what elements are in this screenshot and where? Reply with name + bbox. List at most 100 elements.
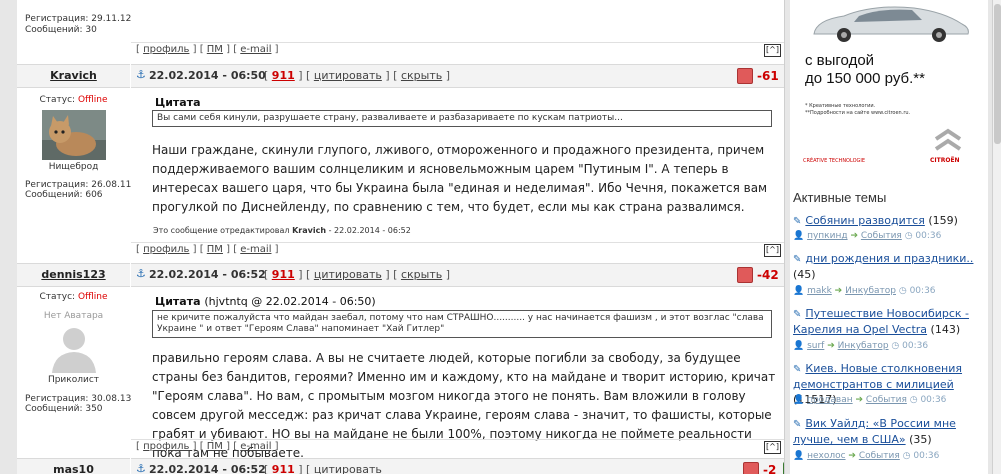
anchor-icon[interactable]: ⚓	[136, 462, 146, 474]
user-message-count: Сообщений: 30	[25, 25, 97, 35]
topic-user[interactable]: нехолос	[807, 451, 845, 461]
footer-links: [ профиль ] [ ПМ ] [ e-mail ]	[136, 44, 279, 55]
topic-meta: 👤 surf ➔ Инкубатор ◷ 00:36	[793, 341, 929, 351]
profile-link[interactable]: профиль	[143, 441, 189, 452]
post-actions: [ 911 ] [ цитировать ] [ скрыть ]	[264, 69, 450, 82]
topic-title[interactable]: Киев. Новые столкновения демонстрантов с…	[793, 362, 962, 391]
post-user-header: Kravich	[17, 64, 130, 88]
topic-section[interactable]: Инкубатор	[845, 286, 896, 296]
email-link[interactable]: e-mail	[240, 441, 271, 452]
quote-button[interactable]: цитировать	[314, 69, 382, 82]
anchor-icon[interactable]: ⚓	[136, 68, 146, 81]
post-footer: [ профиль ] [ ПМ ] [ e-mail ] [^]	[131, 242, 784, 258]
thumb-up-icon[interactable]	[783, 462, 784, 474]
thumb-down-icon[interactable]	[743, 462, 759, 474]
thumb-down-icon[interactable]	[737, 267, 753, 283]
cat-avatar-icon	[42, 110, 106, 160]
pin-icon: ✎	[793, 419, 802, 430]
scrollbar-thumb[interactable]	[994, 4, 1001, 144]
back-to-top-button[interactable]: [^]	[764, 441, 781, 454]
email-link[interactable]: e-mail	[240, 44, 271, 55]
pm-link[interactable]: ПМ	[207, 244, 223, 255]
post-body: Наши граждане, скинули глупого, лживого,…	[152, 143, 768, 214]
hide-button[interactable]: скрыть	[401, 268, 442, 281]
topic-item[interactable]: ✎ Вик Уайлд: «В России мне лучше, чем в С…	[793, 416, 988, 447]
post-number-link[interactable]: 911	[272, 268, 295, 281]
topic-title[interactable]: дни рождения и праздники..	[805, 252, 973, 265]
username-link[interactable]: Kravich	[17, 69, 130, 82]
topic-time: 00:36	[920, 395, 947, 405]
post-actions: [ 911 ] [ цитировать	[264, 463, 382, 474]
user-status: Статус: Offline	[17, 292, 130, 302]
topic-user[interactable]: makk	[807, 286, 832, 296]
pin-icon: ✎	[793, 216, 802, 227]
post-number-link[interactable]: 911	[272, 69, 295, 82]
topic-section[interactable]: События	[861, 231, 902, 241]
user-rank: Нищеброд	[48, 162, 99, 172]
ad-creative-technologie: CRÉATIVE TECHNOLOGIE	[803, 158, 866, 164]
topic-count: (35)	[909, 433, 932, 446]
thumb-down-icon[interactable]	[737, 68, 753, 84]
post-user-header: dennis123	[17, 263, 130, 287]
profile-link[interactable]: профиль	[143, 244, 189, 255]
citroen-logo-icon[interactable]	[930, 125, 966, 157]
topic-count: (159)	[928, 214, 958, 227]
avatar	[42, 321, 106, 373]
profile-link[interactable]: профиль	[143, 44, 189, 55]
forum-thread: Регистрация: 29.11.12 Сообщений: 30 [ пр…	[17, 0, 785, 474]
topic-title[interactable]: Собянин разводится	[805, 214, 924, 227]
topic-time: 00:36	[913, 451, 940, 461]
pm-link[interactable]: ПМ	[207, 44, 223, 55]
active-topics-heading: Активные темы	[793, 190, 887, 205]
quote-box: Вы сами себя кинули, разрушаете страну, …	[152, 110, 772, 127]
topic-item[interactable]: ✎ Собянин разводится (159)	[793, 213, 988, 229]
anchor-icon[interactable]: ⚓	[136, 267, 146, 280]
quote-button[interactable]: цитировать	[314, 268, 382, 281]
topic-meta: 👤 пупкинд ➔ События ◷ 00:36	[793, 231, 942, 241]
ad-headline-line2[interactable]: до 150 000 руб.**	[805, 70, 925, 87]
post-date: 22.02.2014 - 06:52	[149, 268, 266, 281]
topic-section[interactable]: События	[866, 395, 907, 405]
car-ad-image[interactable]	[804, 0, 974, 44]
post-header: ⚓ 22.02.2014 - 06:52 [ 911 ] [ цитироват…	[131, 263, 784, 287]
topic-meta: 👤 makk ➔ Инкубатор ◷ 00:36	[793, 286, 936, 296]
vertical-scrollbar[interactable]	[992, 0, 1001, 474]
post-header: ⚓ 22.02.2014 - 06:50 [ 911 ] [ цитироват…	[131, 64, 784, 88]
topic-meta: 👤 продаван ➔ События ◷ 00:36	[793, 395, 947, 405]
hide-button[interactable]: скрыть	[401, 69, 442, 82]
footer-links: [ профиль ] [ ПМ ] [ e-mail ]	[136, 244, 279, 255]
post-number-link[interactable]: 911	[272, 463, 295, 474]
avatar	[42, 110, 106, 160]
topic-item[interactable]: ✎ Путешествие Новосибирск - Карелия на Op…	[793, 306, 988, 337]
topic-user[interactable]: surf	[807, 341, 824, 351]
topic-item[interactable]: ✎ дни рождения и праздники.. (45)	[793, 251, 988, 282]
topic-section[interactable]: События	[859, 451, 900, 461]
edited-prefix: Это сообщение отредактировал	[153, 226, 290, 235]
rating-value: -42	[757, 268, 779, 282]
pin-icon: ✎	[793, 364, 802, 375]
topic-user[interactable]: продаван	[807, 395, 853, 405]
post-footer: [ профиль ] [ ПМ ] [ e-mail ] [^]	[131, 42, 784, 58]
topic-meta: 👤 нехолос ➔ События ◷ 00:36	[793, 451, 940, 461]
user-message-count: Сообщений: 606	[25, 190, 103, 200]
sidebar: с выгодой до 150 000 руб.** * Креативные…	[790, 0, 988, 474]
topic-section[interactable]: Инкубатор	[838, 341, 889, 351]
status-label: Статус:	[39, 292, 76, 302]
rating-value: -2	[763, 463, 777, 474]
topic-user[interactable]: пупкинд	[807, 231, 848, 241]
email-link[interactable]: e-mail	[240, 244, 271, 255]
topic-time: 00:36	[909, 286, 936, 296]
username-link[interactable]: dennis123	[17, 268, 130, 281]
pm-link[interactable]: ПМ	[207, 441, 223, 452]
rating-value: -61	[757, 69, 779, 83]
back-to-top-button[interactable]: [^]	[764, 44, 781, 57]
ad-headline-line1[interactable]: с выгодой	[805, 52, 874, 69]
back-to-top-button[interactable]: [^]	[764, 244, 781, 257]
quote-box: не кричите пожалуйста что майдан заебал,…	[152, 310, 772, 338]
edited-user: Kravich	[292, 226, 327, 235]
user-registration: Регистрация: 29.11.12	[25, 14, 132, 24]
user-message-count: Сообщений: 350	[25, 404, 103, 414]
quote-button[interactable]: цитировать	[314, 463, 382, 474]
username-link[interactable]: mas10	[17, 463, 130, 474]
post-date: 22.02.2014 - 06:52	[149, 463, 266, 474]
